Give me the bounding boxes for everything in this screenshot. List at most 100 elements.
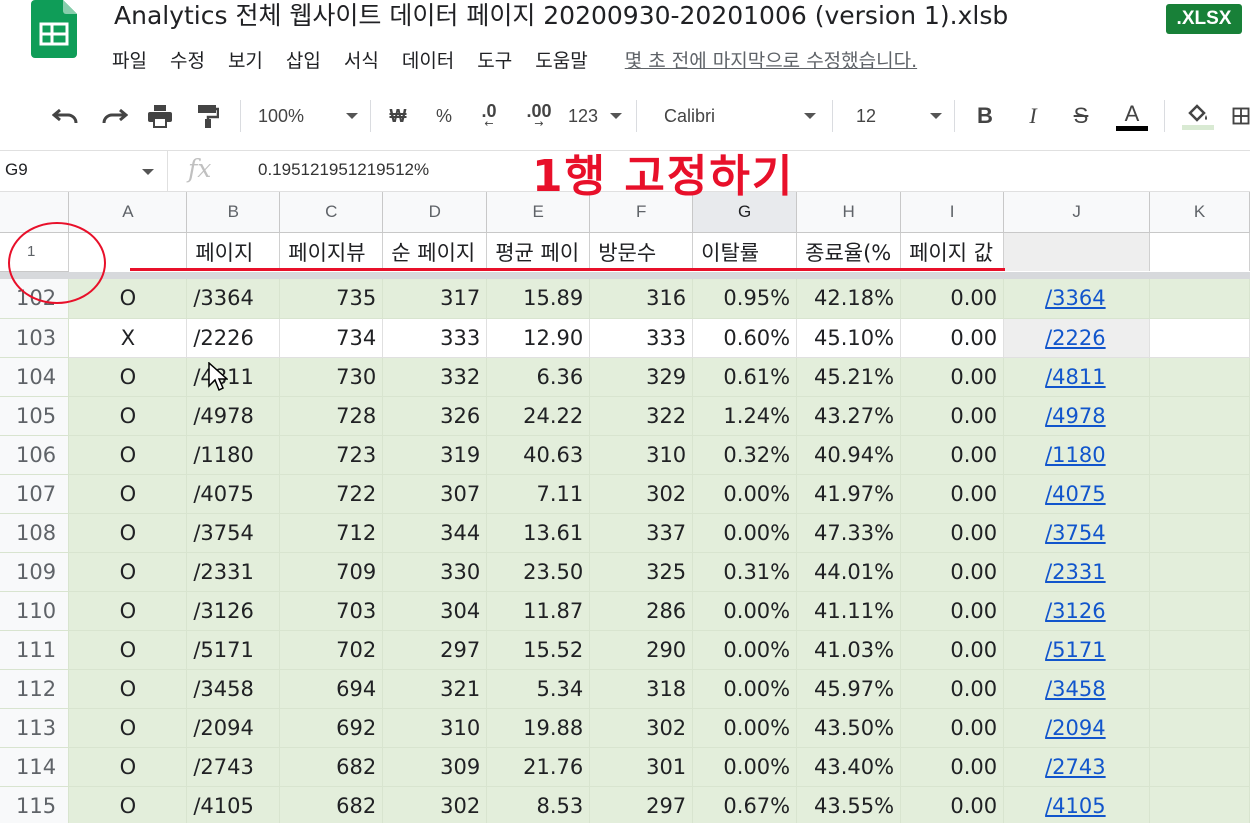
row-number[interactable]: 103 (0, 318, 70, 358)
cell-h[interactable]: 45.10% (796, 318, 902, 358)
cell-f[interactable]: 297 (589, 786, 694, 823)
link-cell[interactable]: /1180 (1003, 435, 1151, 475)
cell-d[interactable]: 326 (382, 396, 488, 436)
cell-f[interactable]: 290 (589, 630, 694, 670)
font-size-select[interactable]: 12 (856, 98, 942, 134)
header-cell[interactable]: 순 페이지 (382, 232, 488, 271)
cell-e[interactable]: 19.88 (486, 708, 591, 748)
redo-icon[interactable] (96, 98, 132, 134)
cell-k[interactable] (1149, 396, 1250, 436)
cell-a[interactable]: O (68, 708, 188, 748)
link-cell[interactable]: /2094 (1003, 708, 1151, 748)
cell-h[interactable]: 45.21% (796, 357, 902, 397)
cell-f[interactable]: 286 (589, 591, 694, 631)
strikethrough-icon[interactable]: S (1066, 98, 1096, 134)
header-cell[interactable] (68, 232, 188, 271)
cell-h[interactable]: 42.18% (796, 279, 902, 319)
print-icon[interactable] (142, 98, 178, 134)
cell-d[interactable]: 332 (382, 357, 488, 397)
cell-k[interactable] (1149, 591, 1250, 631)
menu-data[interactable]: 데이터 (402, 46, 454, 73)
cell-a[interactable]: O (68, 591, 188, 631)
cell-h[interactable]: 47.33% (796, 513, 902, 553)
page-link[interactable]: /4811 (1004, 365, 1106, 389)
header-cell[interactable]: 페이지뷰 (279, 232, 384, 271)
page-link[interactable]: /4978 (1004, 404, 1106, 428)
cell-k[interactable] (1149, 747, 1250, 787)
cell-i[interactable]: 0.00 (900, 591, 1005, 631)
menu-insert[interactable]: 삽입 (286, 46, 321, 73)
cell-b[interactable]: /5171 (186, 630, 281, 670)
link-cell[interactable]: /4075 (1003, 474, 1151, 514)
row-number[interactable]: 102 (0, 279, 70, 319)
cell-g[interactable]: 0.00% (692, 708, 798, 748)
cell-e[interactable]: 15.52 (486, 630, 591, 670)
cell-d[interactable]: 330 (382, 552, 488, 592)
cell-c[interactable]: 682 (279, 747, 384, 787)
cell-f[interactable]: 333 (589, 318, 694, 358)
page-link[interactable]: /3126 (1004, 599, 1106, 623)
menu-edit[interactable]: 수정 (170, 46, 205, 73)
cell-g[interactable]: 0.95% (692, 279, 798, 319)
row-number[interactable]: 109 (0, 552, 70, 592)
cell-c[interactable]: 682 (279, 786, 384, 823)
cell-h[interactable]: 43.55% (796, 786, 902, 823)
cell-b[interactable]: /2226 (186, 318, 281, 358)
cell-b[interactable]: /2331 (186, 552, 281, 592)
decrease-decimal-button[interactable]: .0 ← (470, 98, 508, 134)
cell-d[interactable]: 333 (382, 318, 488, 358)
cell-d[interactable]: 297 (382, 630, 488, 670)
cell-b[interactable]: /4811 (186, 357, 281, 397)
cell-c[interactable]: 703 (279, 591, 384, 631)
cell-d[interactable]: 344 (382, 513, 488, 553)
cell-g[interactable]: 0.00% (692, 474, 798, 514)
paint-format-icon[interactable] (190, 98, 226, 134)
row-number[interactable]: 110 (0, 591, 70, 631)
link-cell[interactable]: /3364 (1003, 279, 1151, 319)
cell-i[interactable]: 0.00 (900, 279, 1005, 319)
header-cell[interactable]: 페이지 (186, 232, 281, 271)
cell-f[interactable]: 302 (589, 708, 694, 748)
page-link[interactable]: /4075 (1004, 482, 1106, 506)
cell-i[interactable]: 0.00 (900, 708, 1005, 748)
cell-h[interactable]: 45.97% (796, 669, 902, 709)
row-number[interactable]: 112 (0, 669, 70, 709)
cell-a[interactable]: O (68, 786, 188, 823)
cell-b[interactable]: /2743 (186, 747, 281, 787)
cell-e[interactable]: 15.89 (486, 279, 591, 319)
cell-c[interactable]: 728 (279, 396, 384, 436)
cell-f[interactable]: 316 (589, 279, 694, 319)
cell-e[interactable]: 8.53 (486, 786, 591, 823)
cell-k[interactable] (1149, 552, 1250, 592)
menu-help[interactable]: 도움말 (535, 46, 587, 73)
cell-a[interactable]: O (68, 747, 188, 787)
cell-h[interactable]: 41.97% (796, 474, 902, 514)
column-header[interactable]: D (382, 192, 488, 233)
cell-a[interactable]: O (68, 435, 188, 475)
cell-c[interactable]: 694 (279, 669, 384, 709)
cell-i[interactable]: 0.00 (900, 630, 1005, 670)
column-header[interactable]: I (900, 192, 1005, 233)
page-link[interactable]: /3754 (1004, 521, 1106, 545)
cell-a[interactable]: O (68, 669, 188, 709)
header-cell[interactable]: 평균 페이 (486, 232, 591, 271)
page-link[interactable]: /2743 (1004, 755, 1106, 779)
last-edit-link[interactable]: 몇 초 전에 마지막으로 수정했습니다. (625, 46, 917, 73)
link-cell[interactable]: /2331 (1003, 552, 1151, 592)
link-cell[interactable]: /3458 (1003, 669, 1151, 709)
cell-g[interactable]: 0.67% (692, 786, 798, 823)
undo-icon[interactable] (48, 98, 84, 134)
cell-e[interactable]: 6.36 (486, 357, 591, 397)
cell-e[interactable]: 40.63 (486, 435, 591, 475)
cell-k[interactable] (1149, 708, 1250, 748)
header-cell[interactable] (1003, 232, 1151, 271)
row-number[interactable]: 105 (0, 396, 70, 436)
cell-f[interactable]: 302 (589, 474, 694, 514)
cell-b[interactable]: /4978 (186, 396, 281, 436)
cell-e[interactable]: 24.22 (486, 396, 591, 436)
name-box[interactable]: G9 (0, 151, 168, 191)
italic-icon[interactable]: I (1018, 98, 1048, 134)
link-cell[interactable]: /3126 (1003, 591, 1151, 631)
cell-i[interactable]: 0.00 (900, 786, 1005, 823)
cell-e[interactable]: 23.50 (486, 552, 591, 592)
